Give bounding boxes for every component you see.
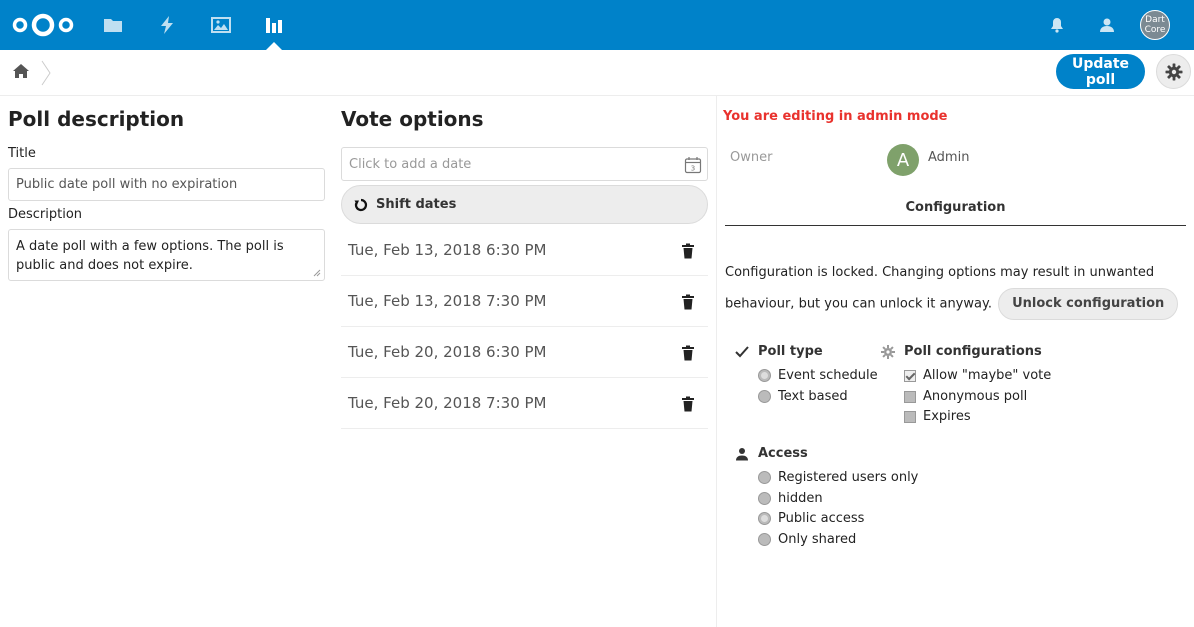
radio-only-shared[interactable] <box>758 533 771 546</box>
poll-configurations-title: Poll configurations <box>904 344 1042 359</box>
folder-icon[interactable] <box>101 13 125 37</box>
user-avatar[interactable]: Dart Core <box>1140 10 1170 40</box>
checkmark-icon <box>735 346 749 358</box>
owner-label: Owner <box>730 150 773 165</box>
breadcrumb-separator <box>40 60 52 86</box>
add-date-placeholder: Click to add a date <box>349 156 472 172</box>
resize-grip-icon[interactable] <box>313 269 321 277</box>
option-label: Anonymous poll <box>923 389 1028 404</box>
option-label: Allow "maybe" vote <box>923 368 1052 383</box>
vote-option-row: Tue, Feb 13, 2018 6:30 PM <box>341 225 708 276</box>
radio-hidden[interactable] <box>758 492 771 505</box>
option-label: Text based <box>778 389 848 404</box>
trash-icon[interactable] <box>681 345 695 361</box>
trash-icon[interactable] <box>681 243 695 259</box>
shift-dates-button[interactable]: Shift dates <box>341 185 708 224</box>
poll-icon[interactable] <box>262 13 286 37</box>
breadcrumb-bar: Update poll <box>0 50 1194 96</box>
option-label: Only shared <box>778 532 857 547</box>
vote-option-row: Tue, Feb 20, 2018 7:30 PM <box>341 378 708 429</box>
poll-type-option-text[interactable]: Text based <box>758 389 848 404</box>
vote-option-date: Tue, Feb 13, 2018 6:30 PM <box>348 241 547 259</box>
vote-option-date: Tue, Feb 20, 2018 6:30 PM <box>348 343 547 361</box>
checkbox-anonymous[interactable] <box>904 390 916 403</box>
title-input[interactable]: Public date poll with no expiration <box>8 168 325 201</box>
config-locked-message: Configuration is locked. Changing option… <box>725 258 1191 320</box>
admin-mode-warning: You are editing in admin mode <box>723 109 948 124</box>
option-label: Registered users only <box>778 470 919 485</box>
description-text: A date poll with a few options. The poll… <box>16 239 284 273</box>
avatar-text-line1: Dart <box>1145 15 1165 25</box>
add-date-input[interactable]: Click to add a date 3 <box>341 147 708 181</box>
unlock-configuration-button[interactable]: Unlock configuration <box>998 288 1179 320</box>
vote-option-date: Tue, Feb 13, 2018 7:30 PM <box>348 292 547 310</box>
title-label: Title <box>8 146 36 161</box>
shift-dates-label: Shift dates <box>376 197 457 212</box>
user-icon <box>736 448 748 461</box>
checkbox-allow-maybe[interactable] <box>904 369 916 382</box>
access-option-hidden[interactable]: hidden <box>758 491 823 506</box>
gear-icon <box>1165 63 1182 80</box>
settings-gear-button[interactable] <box>1156 54 1191 89</box>
trash-icon[interactable] <box>681 396 695 412</box>
trash-icon[interactable] <box>681 294 695 310</box>
vote-option-date: Tue, Feb 20, 2018 7:30 PM <box>348 394 547 412</box>
owner-name: Admin <box>928 150 970 165</box>
history-arrow-icon <box>354 198 368 211</box>
vote-options-heading: Vote options <box>341 107 484 131</box>
config-option-anonymous[interactable]: Anonymous poll <box>904 389 1027 404</box>
description-textarea[interactable]: A date poll with a few options. The poll… <box>8 229 325 281</box>
radio-public[interactable] <box>758 512 771 525</box>
option-label: hidden <box>778 491 823 506</box>
access-option-shared[interactable]: Only shared <box>758 532 856 547</box>
config-option-maybe[interactable]: Allow "maybe" vote <box>904 368 1051 383</box>
calendar-icon[interactable]: 3 <box>684 156 702 174</box>
home-icon[interactable] <box>12 63 32 83</box>
poll-type-title: Poll type <box>758 344 823 359</box>
owner-avatar: A <box>887 144 919 176</box>
checkbox-expires[interactable] <box>904 410 916 423</box>
contacts-icon[interactable] <box>1095 13 1119 37</box>
top-header: Dart Core <box>0 0 1194 50</box>
nextcloud-logo[interactable] <box>12 12 74 38</box>
poll-description-heading: Poll description <box>8 107 185 131</box>
avatar-text-line2: Core <box>1144 25 1166 35</box>
update-poll-button[interactable]: Update poll <box>1056 54 1145 89</box>
active-app-indicator <box>266 42 282 50</box>
radio-event-schedule[interactable] <box>758 369 771 382</box>
radio-text-based[interactable] <box>758 390 771 403</box>
option-label: Expires <box>923 409 971 424</box>
image-icon[interactable] <box>209 13 233 37</box>
vote-option-row: Tue, Feb 13, 2018 7:30 PM <box>341 276 708 327</box>
config-option-expires[interactable]: Expires <box>904 409 971 424</box>
access-option-registered[interactable]: Registered users only <box>758 470 918 485</box>
vote-option-row: Tue, Feb 20, 2018 6:30 PM <box>341 327 708 378</box>
notifications-bell-icon[interactable] <box>1045 13 1069 37</box>
description-label: Description <box>8 207 83 222</box>
access-title: Access <box>758 446 808 461</box>
settings-gear-icon <box>881 345 895 359</box>
tab-configuration[interactable]: Configuration <box>725 195 1186 226</box>
option-label: Public access <box>778 511 865 526</box>
access-option-public[interactable]: Public access <box>758 511 864 526</box>
lightning-icon[interactable] <box>155 13 179 37</box>
poll-type-option-event[interactable]: Event schedule <box>758 368 878 383</box>
sidebar: You are editing in admin mode Owner A Ad… <box>716 95 1194 627</box>
option-label: Event schedule <box>778 368 878 383</box>
calendar-day: 3 <box>691 165 695 173</box>
radio-registered[interactable] <box>758 471 771 484</box>
